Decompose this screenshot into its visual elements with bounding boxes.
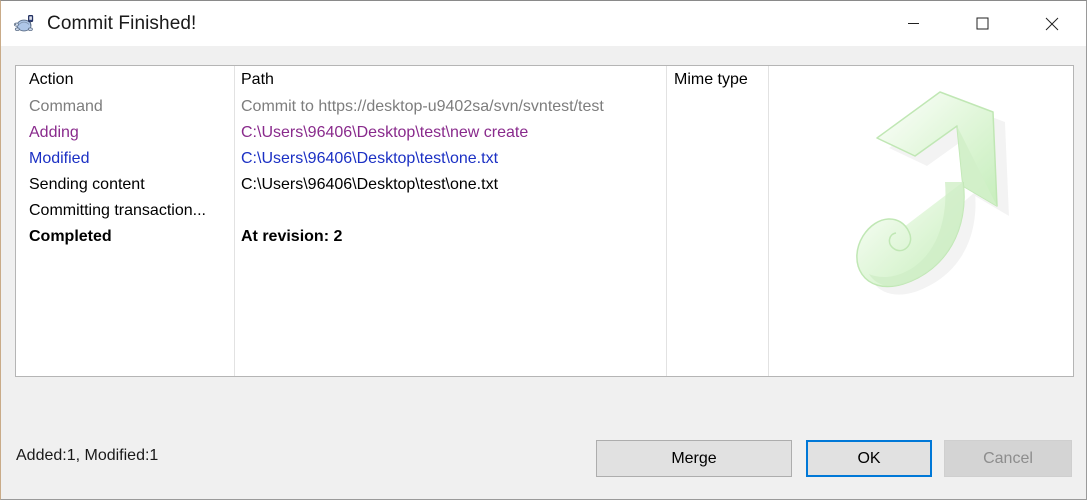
cancel-button: Cancel (944, 440, 1072, 477)
row-path: C:\Users\96406\Desktop\test\new create (241, 124, 529, 141)
row-path: At revision: 2 (241, 228, 343, 245)
list-item[interactable]: Completed At revision: 2 (16, 224, 1073, 250)
row-path: C:\Users\96406\Desktop\test\one.txt (241, 150, 499, 167)
row-action: Committing transaction... (29, 202, 206, 219)
list-item[interactable]: Committing transaction... (16, 198, 1073, 224)
caption-button-group (879, 1, 1086, 46)
list-item[interactable]: Sending content C:\Users\96406\Desktop\t… (16, 172, 1073, 198)
list-header-row: Action Path Mime type (16, 66, 1073, 94)
row-action: Sending content (29, 176, 145, 193)
row-action: Modified (29, 150, 90, 167)
row-path: C:\Users\96406\Desktop\test\one.txt (241, 176, 499, 193)
commit-log-list[interactable]: Action Path Mime type Command Commit to … (15, 65, 1074, 377)
list-item[interactable]: Modified C:\Users\96406\Desktop\test\one… (16, 146, 1073, 172)
column-header-action[interactable]: Action (29, 66, 229, 94)
minimize-icon (908, 23, 919, 24)
merge-button[interactable]: Merge (596, 440, 792, 477)
list-item[interactable]: Adding C:\Users\96406\Desktop\test\new c… (16, 120, 1073, 146)
tortoisesvn-turtle-icon (13, 14, 34, 31)
status-summary: Added:1, Modified:1 (16, 447, 159, 464)
close-button[interactable] (1017, 1, 1086, 46)
row-path: Commit to https://desktop-u9402sa/svn/sv… (241, 98, 604, 115)
column-header-mime-type[interactable]: Mime type (674, 66, 764, 94)
ok-button[interactable]: OK (806, 440, 932, 477)
row-action: Completed (29, 228, 112, 245)
close-icon (1045, 17, 1058, 30)
column-header-path[interactable]: Path (241, 66, 661, 94)
maximize-icon (976, 17, 989, 30)
window-title: Commit Finished! (47, 12, 197, 34)
maximize-button[interactable] (948, 1, 1017, 46)
minimize-button[interactable] (879, 1, 948, 46)
row-action: Command (29, 98, 103, 115)
list-item[interactable]: Command Commit to https://desktop-u9402s… (16, 94, 1073, 120)
title-bar: Commit Finished! (1, 1, 1086, 46)
commit-finished-dialog: Commit Finished! Action Path Mime type C… (0, 0, 1087, 500)
row-action: Adding (29, 124, 79, 141)
